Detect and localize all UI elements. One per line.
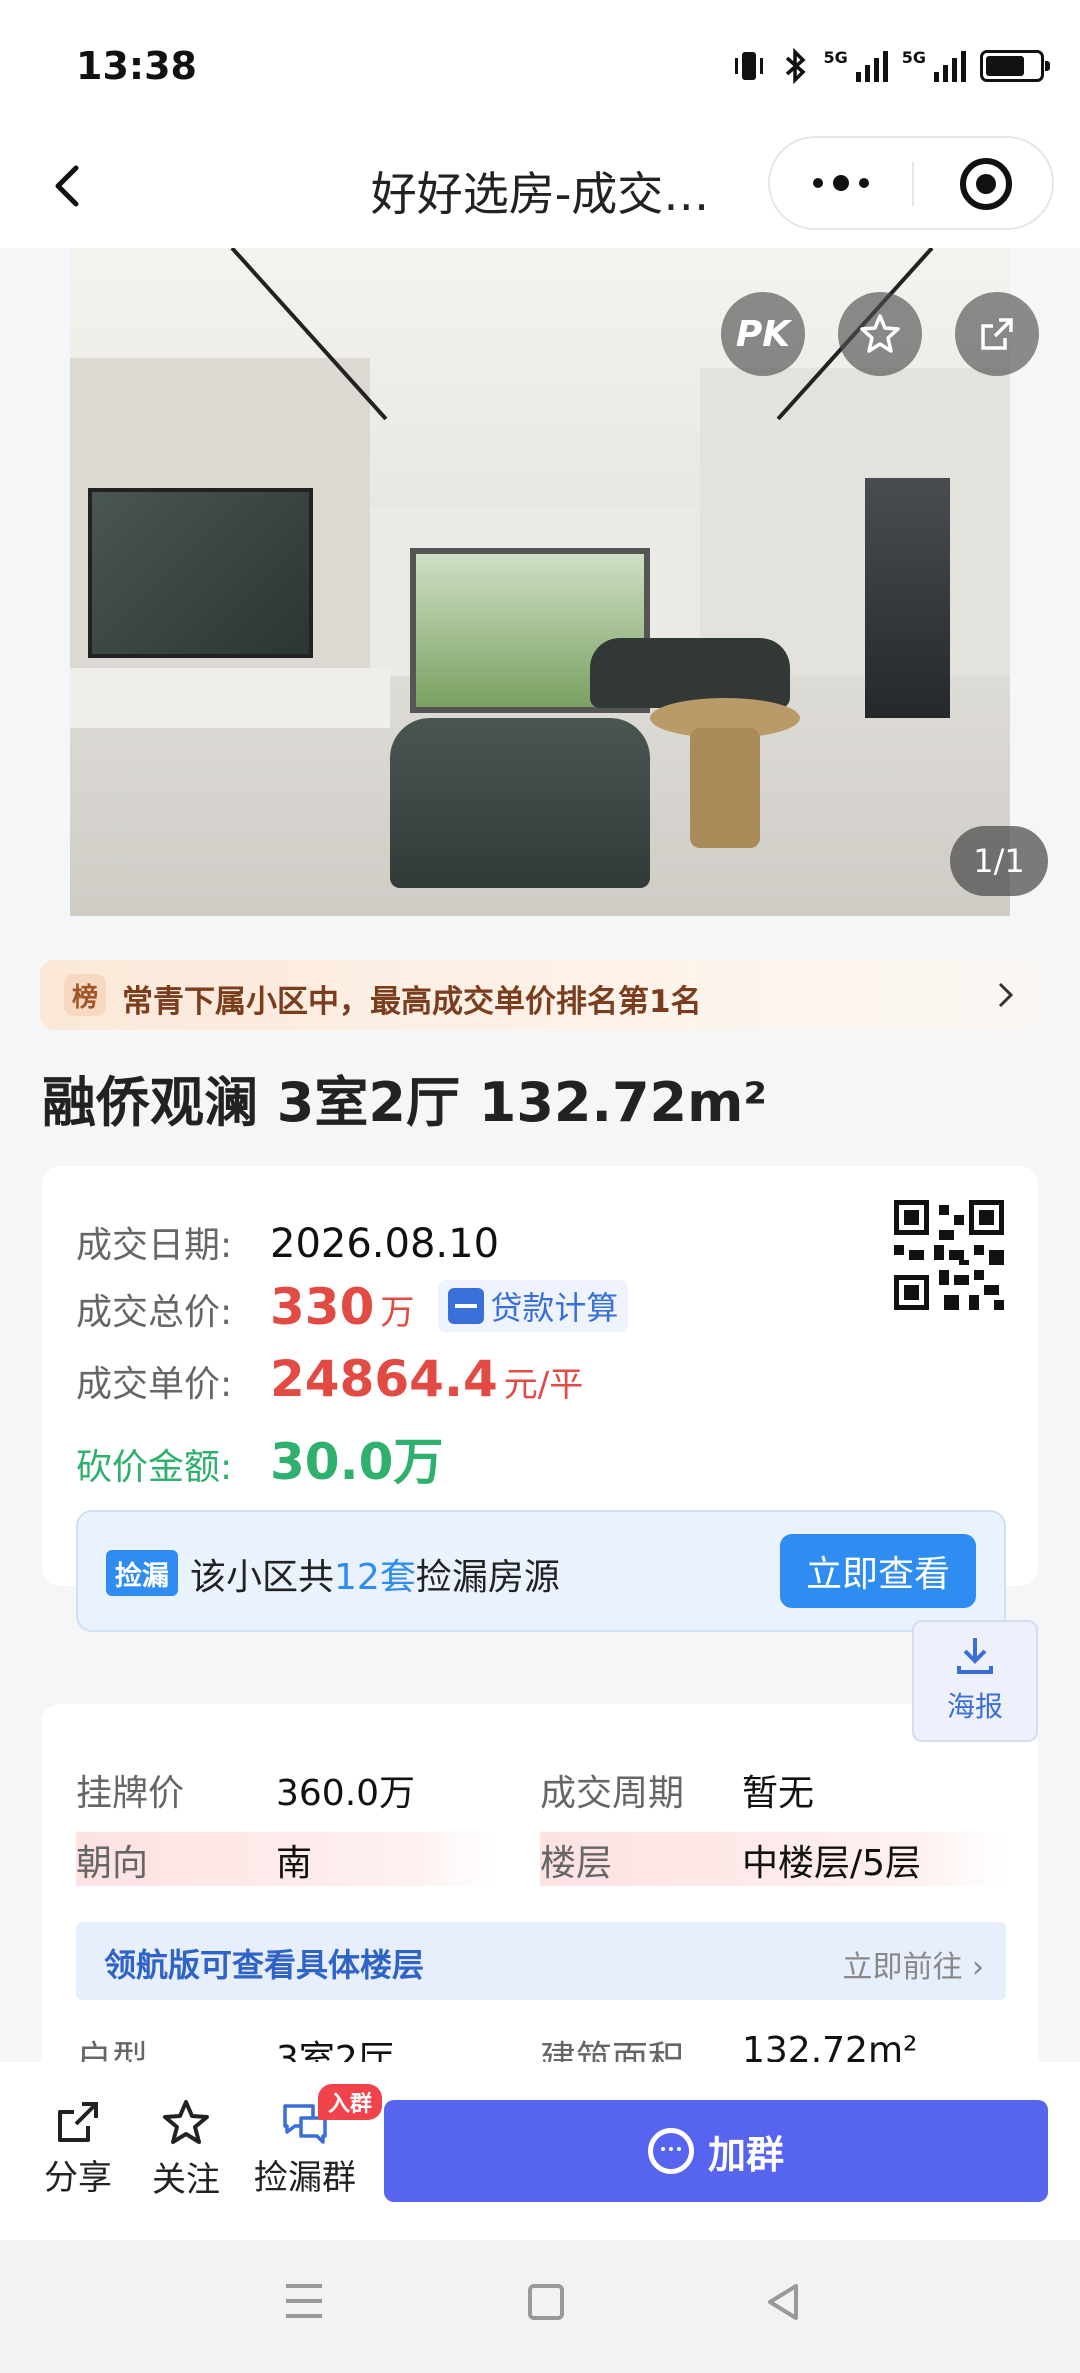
leak-group-label: 捡漏群: [254, 2158, 356, 2198]
loan-calc-button[interactable]: 贷款计算: [438, 1280, 629, 1332]
cycle-value: 暂无: [742, 1773, 815, 1814]
signal-icon: [855, 50, 888, 82]
download-icon: [957, 1638, 993, 1674]
pilot-link[interactable]: 立即前往 ›: [842, 1942, 984, 1986]
nav-bar: 好好选房-成交…: [0, 130, 1080, 248]
battery-icon: [980, 50, 1050, 82]
leak-badge: 捡漏: [106, 1550, 178, 1596]
favorite-button[interactable]: [838, 292, 922, 376]
pilot-link-label: 立即前往: [842, 1950, 963, 1985]
floor-label: 楼层: [540, 1843, 613, 1884]
poster-button[interactable]: 海报: [912, 1620, 1038, 1742]
star-icon: [163, 2100, 209, 2144]
chevron-right-icon: [998, 982, 1014, 1008]
follow-label: 关注: [152, 2160, 220, 2200]
home-icon[interactable]: [528, 2284, 564, 2320]
orientation-label: 朝向: [76, 1843, 149, 1884]
cut-price-value: 30.0万: [270, 1433, 444, 1491]
leak-count: 12套: [334, 1557, 416, 1598]
status-bar: 13:38 5G 5G: [0, 0, 1080, 130]
deal-total-label: 成交总价:: [76, 1292, 233, 1333]
deal-date-value: 2026.08.10: [270, 1221, 500, 1267]
status-icons: 5G 5G: [731, 48, 1050, 84]
leak-text-prefix: 该小区共: [190, 1557, 335, 1598]
layout-value: 3室2厅: [276, 2039, 394, 2062]
vibrate-icon: [735, 52, 764, 80]
close-miniprogram-icon[interactable]: [960, 158, 1012, 210]
system-nav-bar: [0, 2240, 1080, 2373]
deal-date-label: 成交日期:: [76, 1225, 233, 1266]
network-tag-1: 5G: [823, 48, 848, 67]
system-back-icon[interactable]: [762, 2280, 806, 2324]
area-label: 建筑面积: [540, 2039, 685, 2062]
add-group-label: 加群: [707, 2132, 784, 2177]
miniprogram-capsule: [768, 136, 1054, 230]
share-icon: [981, 318, 1013, 350]
detail-panel: 榜 常青下属小区中，最高成交单价排名第1名 融侨观澜 3室2厅 132.72m²…: [0, 918, 1080, 2062]
chat-icon: [647, 2128, 694, 2174]
pk-button[interactable]: PK: [721, 292, 805, 376]
layout-label: 户型: [76, 2039, 149, 2062]
recent-apps-icon[interactable]: [286, 2284, 322, 2318]
share-icon: [58, 2102, 98, 2142]
status-time: 13:38: [76, 44, 197, 88]
pilot-text: 领航版可查看具体楼层: [104, 1946, 425, 1984]
back-icon[interactable]: [40, 156, 100, 216]
deal-info-card: 成交日期: 2026.08.10 成交总价: 330 万 贷款计算 成交单价: …: [42, 1166, 1038, 1632]
loan-calc-label: 贷款计算: [490, 1289, 619, 1327]
network-tag-2: 5G: [901, 48, 926, 67]
join-group-badge: 入群: [318, 2084, 383, 2120]
add-group-button[interactable]: 加群: [384, 2100, 1048, 2202]
deal-total-row: 成交总价: 330 万 贷款计算: [76, 1278, 629, 1336]
page-title: 好好选房-成交…: [370, 167, 710, 221]
more-icon[interactable]: [770, 138, 912, 228]
bluetooth-icon: [786, 48, 807, 84]
follow-action[interactable]: 关注: [148, 2096, 224, 2201]
details-row-3: 户型 3室2厅 建筑面积 132.72m²: [42, 2022, 1038, 2062]
unit-price-value: 24864.4: [270, 1350, 498, 1408]
rank-text: 常青下属小区中，最高成交单价排名第1名: [122, 984, 702, 1020]
share-action[interactable]: 分享: [40, 2096, 116, 2199]
star-icon: [860, 314, 900, 353]
signal-icon-2: [934, 50, 966, 82]
cut-price-row: 砍价金额: 30.0万: [76, 1422, 443, 1494]
details-row-2: 朝向 南 楼层 中楼层/5层: [42, 1826, 1038, 1890]
pilot-upgrade-banner[interactable]: 领航版可查看具体楼层 立即前往 ›: [76, 1922, 1006, 2000]
view-now-button[interactable]: 立即查看: [780, 1534, 976, 1608]
deal-total-value: 330: [270, 1278, 375, 1336]
cycle-label: 成交周期: [540, 1773, 685, 1814]
house-title: 融侨观澜 3室2厅 132.72m²: [42, 1071, 768, 1134]
leak-text: 该小区共 12套 捡漏房源: [190, 1548, 560, 1600]
deal-date-row: 成交日期: 2026.08.10: [76, 1216, 499, 1268]
details-row-1: 挂牌价 360.0万 成交周期 暂无: [42, 1756, 1038, 1820]
calculator-icon: [448, 1288, 485, 1324]
unit-price-unit: 元/平: [503, 1365, 584, 1405]
listing-price-value: 360.0万: [276, 1773, 416, 1814]
house-details-card: 挂牌价 360.0万 成交周期 暂无 朝向 南 楼层 中楼层/5层 领航版可查看…: [42, 1704, 1038, 2062]
qr-code-icon[interactable]: [894, 1200, 1004, 1310]
cut-price-label: 砍价金额:: [76, 1447, 233, 1488]
photo-counter: 1/1: [950, 826, 1048, 896]
share-label: 分享: [44, 2158, 112, 2198]
orientation-value: 南: [276, 1843, 313, 1884]
rank-badge: 榜: [64, 974, 106, 1016]
rank-banner[interactable]: 榜 常青下属小区中，最高成交单价排名第1名: [40, 960, 1040, 1030]
unit-price-row: 成交单价: 24864.4 元/平: [76, 1350, 583, 1408]
poster-label: 海报: [946, 1690, 1003, 1723]
leak-text-suffix: 捡漏房源: [415, 1557, 560, 1598]
listing-price-label: 挂牌价: [76, 1773, 185, 1814]
area-value: 132.72m²: [742, 2030, 918, 2062]
floor-value: 中楼层/5层: [742, 1843, 922, 1884]
capsule-divider: [912, 162, 914, 206]
leak-banner: 捡漏 该小区共 12套 捡漏房源 立即查看: [76, 1510, 1006, 1632]
unit-price-label: 成交单价:: [76, 1364, 233, 1405]
deal-total-unit: 万: [380, 1293, 415, 1333]
share-button[interactable]: [955, 292, 1039, 376]
bottom-action-bar: 分享 关注 捡漏群 入群 加群: [0, 2062, 1080, 2240]
